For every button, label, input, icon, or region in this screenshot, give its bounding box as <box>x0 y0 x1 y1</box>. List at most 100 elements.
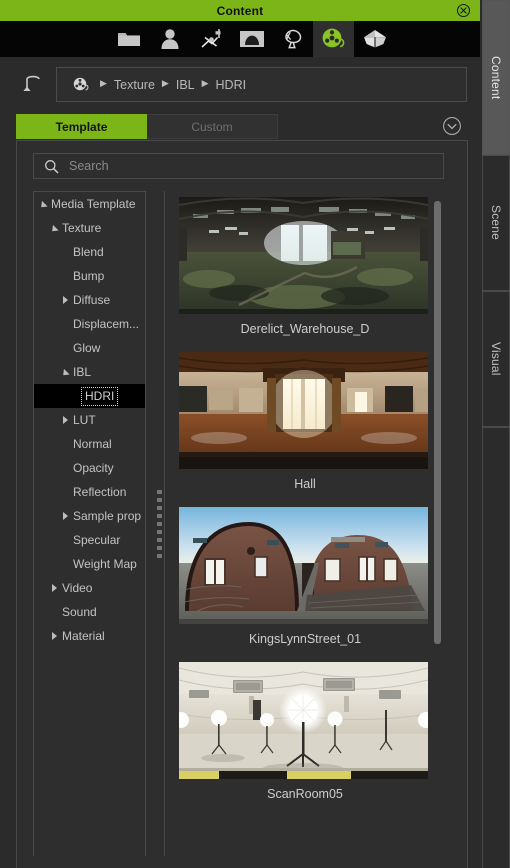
tree-item-label: Weight Map <box>73 557 137 571</box>
main-toolbar <box>0 21 480 57</box>
side-tab-visual[interactable]: Visual <box>482 291 510 427</box>
side-tab-strip: Content Scene Visual <box>480 0 510 868</box>
asset-thumbnail[interactable] <box>179 507 428 624</box>
tree-item-label: Diffuse <box>73 293 111 307</box>
asset-thumbnail[interactable] <box>179 662 428 779</box>
tree-item-label: Sound <box>62 605 97 619</box>
tree-expand-icon[interactable] <box>60 504 71 528</box>
asset-card[interactable]: Derelict_Warehouse_D <box>165 191 444 346</box>
breadcrumb-item-ibl[interactable]: IBL <box>176 78 195 92</box>
tree-item-reflection[interactable]: Reflection <box>34 480 145 504</box>
tree-item-video[interactable]: Video <box>34 576 145 600</box>
breadcrumb-item-texture[interactable]: Texture <box>114 78 155 92</box>
tree-item-glow[interactable]: Glow <box>34 336 145 360</box>
tree-item-material[interactable]: Material <box>34 624 145 648</box>
window-title: Content <box>216 3 264 18</box>
tab-custom[interactable]: Custom <box>147 114 278 139</box>
tree-item-label: Glow <box>73 341 101 355</box>
tab-bar: Template Custom <box>0 114 480 140</box>
tree-item-label: HDRI <box>81 386 119 406</box>
tree-item-texture[interactable]: Texture <box>34 216 145 240</box>
side-tab-scene[interactable]: Scene <box>482 155 510 291</box>
toolbar-package-icon[interactable] <box>354 21 395 57</box>
content-panel-body: ▶ Texture ▶ IBL ▶ HDRI Template Custom S… <box>0 57 480 868</box>
asset-grid-scrollbar[interactable] <box>434 201 441 644</box>
tree-item-lut[interactable]: LUT <box>34 408 145 432</box>
asset-thumbnail[interactable] <box>179 197 428 314</box>
breadcrumb-separator-0: ▶ <box>100 78 107 88</box>
side-tab-scene-label: Scene <box>489 205 503 241</box>
asset-grid[interactable]: Derelict_Warehouse_D Hall KingsLynnStreet_… <box>164 191 444 856</box>
tree-item-label: Bump <box>73 269 105 283</box>
side-tab-visual-label: Visual <box>489 342 503 376</box>
tree-item-media-template[interactable]: Media Template <box>34 192 145 216</box>
tree-item-diffuse[interactable]: Diffuse <box>34 288 145 312</box>
tree-item-label: Video <box>62 581 93 595</box>
asset-thumbnail[interactable] <box>179 352 428 469</box>
breadcrumb-item-hdri[interactable]: HDRI <box>216 78 247 92</box>
asset-card[interactable]: KingsLynnStreet_01 <box>165 501 444 656</box>
tree-item-weight-map[interactable]: Weight Map <box>34 552 145 576</box>
tree-item-label: LUT <box>73 413 96 427</box>
toolbar-media-icon[interactable] <box>313 21 354 57</box>
close-icon[interactable] <box>456 3 471 18</box>
tree-item-opacity[interactable]: Opacity <box>34 456 145 480</box>
splitter-grip <box>156 489 162 558</box>
category-tree[interactable]: Media Template Texture Blend Bump Diffuse Dis… <box>33 191 146 856</box>
tree-collapse-icon[interactable] <box>48 216 60 240</box>
asset-caption: Derelict_Warehouse_D <box>240 322 370 336</box>
tree-item-blend[interactable]: Blend <box>34 240 145 264</box>
toolbar-prop-icon[interactable] <box>272 21 313 57</box>
back-button[interactable] <box>16 71 44 99</box>
tree-item-sound[interactable]: Sound <box>34 600 145 624</box>
search-bar[interactable] <box>33 153 444 179</box>
tree-item-label: Normal <box>73 437 112 451</box>
tree-collapse-icon[interactable] <box>59 360 71 384</box>
tree-item-displacem[interactable]: Displacem... <box>34 312 145 336</box>
tree-item-sample-prop[interactable]: Sample prop <box>34 504 145 528</box>
tree-expand-icon[interactable] <box>60 408 71 432</box>
panel-splitter[interactable] <box>154 191 164 856</box>
asset-card[interactable]: Hall <box>165 346 444 501</box>
breadcrumb-separator-2: ▶ <box>201 78 209 88</box>
tree-item-label: Material <box>62 629 105 643</box>
tree-item-normal[interactable]: Normal <box>34 432 145 456</box>
tree-expand-icon[interactable] <box>49 576 60 600</box>
asset-caption: Hall <box>294 477 316 491</box>
tree-item-label: Specular <box>73 533 121 547</box>
tree-collapse-icon[interactable] <box>37 192 49 216</box>
side-tab-empty <box>482 427 510 868</box>
breadcrumb-separator-1: ▶ <box>161 78 169 88</box>
tree-item-specular[interactable]: Specular <box>34 528 145 552</box>
tree-item-bump[interactable]: Bump <box>34 264 145 288</box>
tree-expand-icon[interactable] <box>49 624 60 648</box>
window-title-bar: Content <box>0 0 480 21</box>
toolbar-animation-icon[interactable] <box>190 21 231 57</box>
tree-item-label: Displacem... <box>73 317 140 331</box>
tab-template[interactable]: Template <box>16 114 147 139</box>
asset-caption: ScanRoom05 <box>267 787 343 801</box>
search-input[interactable] <box>69 159 443 173</box>
tree-item-label: Blend <box>73 245 104 259</box>
toolbar-folder-icon[interactable] <box>108 21 149 57</box>
tree-item-ibl[interactable]: IBL <box>34 360 145 384</box>
tree-expand-icon[interactable] <box>60 288 71 312</box>
side-tab-content[interactable]: Content <box>482 0 510 155</box>
browser-panel: Media Template Texture Blend Bump Diffuse Dis… <box>16 140 468 868</box>
asset-caption: KingsLynnStreet_01 <box>248 632 362 646</box>
toolbar-character-icon[interactable] <box>149 21 190 57</box>
tree-item-hdri[interactable]: HDRI <box>34 384 145 408</box>
chevron-down-icon[interactable] <box>442 116 462 136</box>
tree-item-label: Opacity <box>73 461 114 475</box>
side-tab-content-label: Content <box>489 55 503 100</box>
asset-card[interactable]: ScanRoom05 <box>165 656 444 811</box>
navigation-row: ▶ Texture ▶ IBL ▶ HDRI <box>0 65 480 105</box>
toolbar-stage-icon[interactable] <box>231 21 272 57</box>
